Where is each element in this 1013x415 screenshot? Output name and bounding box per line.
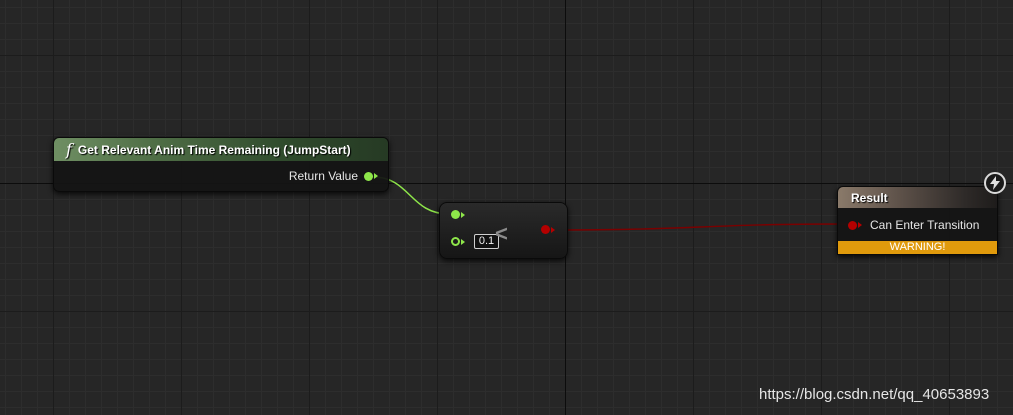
return-value-pin-row[interactable]: Return Value <box>289 169 378 183</box>
less-than-operator: < <box>495 221 508 246</box>
result-node[interactable]: Result Can Enter Transition WARNING! <box>837 186 998 255</box>
pin-arrow-icon <box>461 211 465 218</box>
pin-label: Can Enter Transition <box>870 218 980 232</box>
pin-arrow-icon <box>858 222 862 228</box>
input-a-pin[interactable] <box>451 210 460 219</box>
less-than-node[interactable]: 0.1 < <box>439 202 568 259</box>
pin-label: Return Value <box>288 169 358 183</box>
pin-arrow-icon <box>461 238 465 245</box>
node-header[interactable]: Result <box>838 187 997 208</box>
can-enter-transition-pin[interactable] <box>848 220 857 230</box>
input-b-pin-row[interactable]: 0.1 <box>451 234 499 249</box>
bool-wire[interactable] <box>551 223 849 231</box>
input-a-pin-row[interactable] <box>451 210 465 219</box>
get-anim-time-remaining-node[interactable]: f Get Relevant Anim Time Remaining (Jump… <box>53 137 389 192</box>
node-title: Result <box>851 190 888 205</box>
lightning-bolt-icon[interactable] <box>984 172 1006 194</box>
input-b-pin[interactable] <box>451 237 460 246</box>
watermark: https://blog.csdn.net/qq_40653893 <box>759 386 990 403</box>
node-header[interactable]: f Get Relevant Anim Time Remaining (Jump… <box>54 138 388 161</box>
return-value-pin[interactable] <box>364 171 373 181</box>
can-enter-transition-pin-row[interactable]: Can Enter Transition <box>848 218 979 232</box>
node-title: Get Relevant Anim Time Remaining (JumpSt… <box>77 142 351 157</box>
boolean-output-pin[interactable] <box>541 225 550 234</box>
output-pin-row[interactable] <box>541 225 555 234</box>
warning-banner: WARNING! <box>838 241 997 254</box>
function-icon: f <box>66 140 72 159</box>
pin-arrow-icon <box>374 173 378 179</box>
pin-arrow-icon <box>551 226 555 233</box>
